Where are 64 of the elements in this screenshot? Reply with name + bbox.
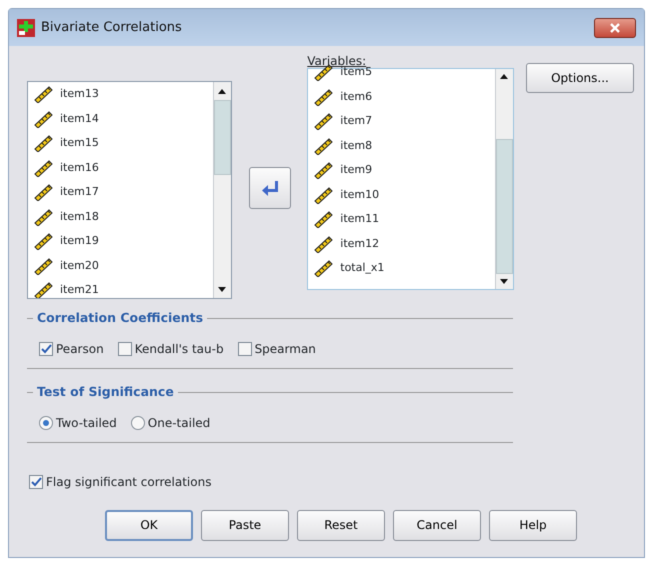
list-item[interactable]: item14	[34, 106, 213, 131]
ruler-icon	[314, 112, 334, 130]
radio-button[interactable]: Two-tailed	[39, 414, 117, 432]
list-item[interactable]: item19	[34, 229, 213, 254]
ruler-icon	[34, 85, 54, 104]
dialog-button[interactable]: Reset	[297, 510, 385, 540]
close-button[interactable]	[594, 18, 636, 38]
ruler-icon	[34, 256, 54, 275]
up-arrow-icon[interactable]	[218, 88, 226, 94]
list-item[interactable]: item15	[34, 131, 213, 156]
list-item[interactable]: item16	[34, 156, 213, 180]
list-item[interactable]: item9	[314, 158, 495, 182]
down-arrow-icon[interactable]	[218, 286, 226, 292]
group-title: Correlation Coefficients	[37, 309, 204, 327]
up-arrow-icon[interactable]	[500, 74, 508, 79]
dialog-button[interactable]: Help	[489, 510, 577, 540]
dialog-button[interactable]: Paste	[201, 510, 289, 540]
checkbox[interactable]: Pearson	[39, 340, 104, 358]
list-item[interactable]: item12	[314, 232, 495, 256]
radio-button[interactable]: One-tailed	[130, 414, 210, 432]
ruler-icon	[34, 281, 54, 298]
options-button[interactable]: Options...	[526, 63, 634, 93]
list-item[interactable]: item17	[34, 180, 213, 204]
ruler-icon	[314, 161, 334, 180]
down-arrow-icon[interactable]	[500, 279, 508, 284]
checkmark-icon	[40, 344, 52, 354]
group-title: Test of Significance	[37, 382, 174, 401]
ruler-icon	[314, 186, 334, 204]
ruler-icon	[314, 210, 334, 228]
ruler-icon	[34, 232, 54, 250]
close-icon	[609, 22, 621, 32]
scrollbar[interactable]	[212, 82, 231, 298]
window-title: Bivariate Correlations	[41, 18, 182, 37]
app-icon	[17, 18, 35, 36]
radio-dot-icon	[43, 420, 49, 426]
move-button[interactable]	[248, 167, 290, 209]
ruler-icon	[34, 208, 54, 226]
list-item[interactable]: item18	[34, 204, 213, 229]
list-item[interactable]: item20	[34, 254, 213, 278]
list-item[interactable]: item7	[314, 109, 495, 134]
ruler-icon	[34, 110, 54, 128]
list-item[interactable]: item11	[314, 207, 495, 232]
ruler-icon	[34, 158, 54, 177]
dialog-button[interactable]: OK	[105, 510, 193, 540]
ruler-icon	[314, 234, 334, 253]
checkbox[interactable]: Flag significant correlations	[27, 472, 212, 490]
checkbox[interactable]: Spearman	[238, 340, 316, 358]
list-item[interactable]: item6	[314, 84, 495, 109]
ruler-icon	[34, 183, 54, 202]
checkbox[interactable]: Kendall's tau-b	[118, 340, 224, 358]
list-item[interactable]: item13	[34, 82, 213, 106]
ruler-icon	[34, 134, 54, 152]
checkmark-icon	[30, 476, 42, 486]
ruler-icon	[314, 88, 334, 106]
dialog-button[interactable]: Cancel	[393, 510, 481, 540]
list-item[interactable]: item8	[314, 134, 495, 158]
variables-label: Variables:	[307, 54, 366, 68]
list-item[interactable]: total_x1	[314, 256, 495, 280]
arrow-icon	[260, 180, 278, 196]
list-item[interactable]: item10	[314, 182, 495, 207]
scrollbar[interactable]	[494, 69, 513, 289]
list-item[interactable]: item21	[34, 278, 213, 298]
ruler-icon	[314, 136, 334, 155]
ruler-icon	[314, 259, 334, 278]
